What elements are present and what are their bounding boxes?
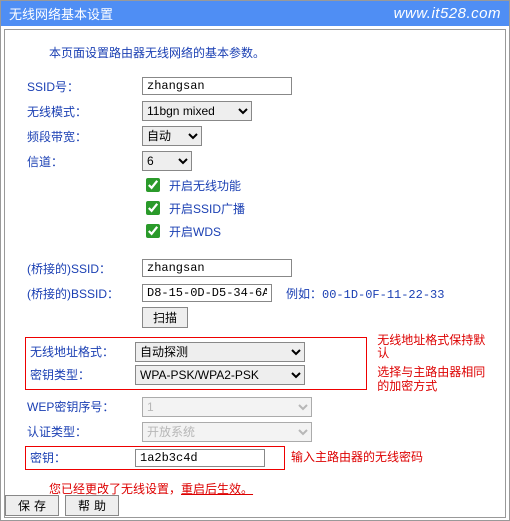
content-panel: 本页面设置路由器无线网络的基本参数。 SSID号： 无线模式： 11bgn mi… bbox=[4, 29, 506, 518]
scan-button[interactable]: 扫描 bbox=[142, 307, 188, 328]
addr-fmt-note: 无线地址格式保持默认 bbox=[377, 334, 491, 360]
row-scan: 扫描 bbox=[142, 307, 491, 328]
bridge-bssid-input[interactable] bbox=[142, 284, 272, 302]
row-cb-ssid-broadcast: 开启SSID广播 bbox=[142, 198, 491, 218]
row-auth: 认证类型： 开放系统 bbox=[19, 421, 491, 443]
key-box: 密钥： bbox=[25, 446, 285, 470]
page-description: 本页面设置路由器无线网络的基本参数。 bbox=[49, 44, 491, 61]
bridge-ssid-input[interactable] bbox=[142, 259, 292, 277]
help-button[interactable]: 帮助 bbox=[65, 495, 119, 516]
cb-wireless-label: 开启无线功能 bbox=[169, 177, 241, 194]
group-addr-keytype: 无线地址格式： 自动探测 密钥类型： WPA-PSK/WPA2-PSK bbox=[25, 337, 367, 390]
row-cb-wireless: 开启无线功能 bbox=[142, 175, 491, 195]
row-ssid: SSID号： bbox=[19, 75, 491, 97]
mode-label: 无线模式： bbox=[27, 103, 142, 120]
row-wep-idx: WEP密钥序号： 1 bbox=[19, 396, 491, 418]
row-channel: 信道： 6 bbox=[19, 150, 491, 172]
key-type-label: 密钥类型： bbox=[30, 366, 135, 383]
row-bridge-bssid: (桥接的)BSSID： 例如：00-1D-0F-11-22-33 bbox=[19, 282, 491, 304]
bssid-hint-example: 00-1D-0F-11-22-33 bbox=[322, 288, 444, 302]
row-key-wrap: 密钥： 输入主路由器的无线密码 bbox=[19, 446, 491, 470]
bssid-hint-prefix: 例如： bbox=[286, 288, 322, 302]
title-bar: 无线网络基本设置 www.it528.com bbox=[1, 1, 509, 26]
mode-select[interactable]: 11bgn mixed bbox=[142, 101, 252, 121]
row-bandwidth: 频段带宽： 自动 bbox=[19, 125, 491, 147]
addr-fmt-select[interactable]: 自动探测 bbox=[135, 342, 305, 362]
warn-prefix: 您已经更改了无线设置， bbox=[49, 482, 181, 496]
bandwidth-select[interactable]: 自动 bbox=[142, 126, 202, 146]
window-title: 无线网络基本设置 bbox=[9, 4, 113, 23]
key-input[interactable] bbox=[135, 449, 265, 467]
bridge-ssid-label: (桥接的)SSID： bbox=[27, 260, 142, 277]
watermark-url: www.it528.com bbox=[394, 5, 501, 22]
row-addr-fmt: 无线地址格式： 自动探测 bbox=[28, 341, 364, 363]
cb-wds-label: 开启WDS bbox=[169, 223, 221, 240]
reboot-link[interactable]: 重启后生效。 bbox=[181, 482, 253, 496]
auth-select: 开放系统 bbox=[142, 422, 312, 442]
auth-label: 认证类型： bbox=[27, 423, 142, 440]
cb-wds[interactable] bbox=[146, 224, 160, 238]
channel-label: 信道： bbox=[27, 153, 142, 170]
row-mode: 无线模式： 11bgn mixed bbox=[19, 100, 491, 122]
row-key-type: 密钥类型： WPA-PSK/WPA2-PSK bbox=[28, 364, 364, 386]
bottom-toolbar: 保存 帮助 bbox=[5, 495, 119, 516]
window: 无线网络基本设置 www.it528.com 本页面设置路由器无线网络的基本参数… bbox=[0, 0, 510, 521]
ssid-input[interactable] bbox=[142, 77, 292, 95]
row-addr-fmt-wrap: 无线地址格式： 自动探测 密钥类型： WPA-PSK/WPA2-PSK bbox=[19, 334, 491, 393]
save-button[interactable]: 保存 bbox=[5, 495, 59, 516]
key-label: 密钥： bbox=[30, 449, 135, 466]
channel-select[interactable]: 6 bbox=[142, 151, 192, 171]
addr-fmt-label: 无线地址格式： bbox=[30, 343, 135, 360]
row-cb-wds: 开启WDS bbox=[142, 221, 491, 241]
row-bridge-ssid: (桥接的)SSID： bbox=[19, 257, 491, 279]
ssid-label: SSID号： bbox=[27, 78, 142, 95]
key-note: 输入主路由器的无线密码 bbox=[291, 451, 423, 464]
cb-ssid-broadcast[interactable] bbox=[146, 201, 160, 215]
bssid-hint: 例如：00-1D-0F-11-22-33 bbox=[286, 285, 444, 302]
wep-idx-label: WEP密钥序号： bbox=[27, 398, 142, 415]
bandwidth-label: 频段带宽： bbox=[27, 128, 142, 145]
key-type-note: 选择与主路由器相同的加密方式 bbox=[377, 366, 487, 392]
cb-ssid-broadcast-label: 开启SSID广播 bbox=[169, 200, 245, 217]
key-type-select[interactable]: WPA-PSK/WPA2-PSK bbox=[135, 365, 305, 385]
cb-wireless[interactable] bbox=[146, 178, 160, 192]
bridge-bssid-label: (桥接的)BSSID： bbox=[27, 285, 142, 302]
wep-idx-select: 1 bbox=[142, 397, 312, 417]
